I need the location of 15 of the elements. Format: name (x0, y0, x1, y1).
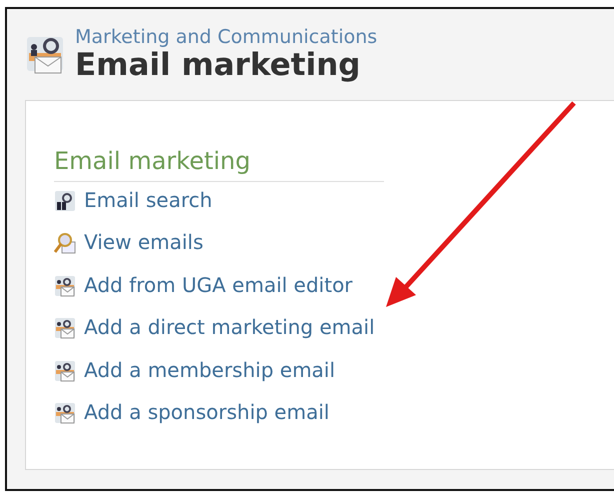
email-icon (54, 274, 76, 297)
email-icon (54, 402, 76, 424)
menu-link[interactable]: View emails (84, 232, 204, 252)
menu-link[interactable]: Add a direct marketing email (84, 317, 375, 338)
section-heading: Email marketing (54, 142, 384, 182)
menu-link[interactable]: Add a sponsorship email (84, 402, 330, 422)
email-icon (54, 360, 76, 382)
menu-link[interactable]: Email search (84, 190, 212, 210)
page-title: Email marketing (75, 48, 362, 82)
magnifier-icon (54, 232, 76, 254)
email-search-icon (54, 190, 76, 212)
email-icon (54, 317, 76, 340)
menu-link[interactable]: Add from UGA email editor (84, 274, 353, 295)
menu-link[interactable]: Add a membership email (84, 360, 336, 380)
breadcrumb-text: Marketing and Communications (75, 27, 378, 48)
